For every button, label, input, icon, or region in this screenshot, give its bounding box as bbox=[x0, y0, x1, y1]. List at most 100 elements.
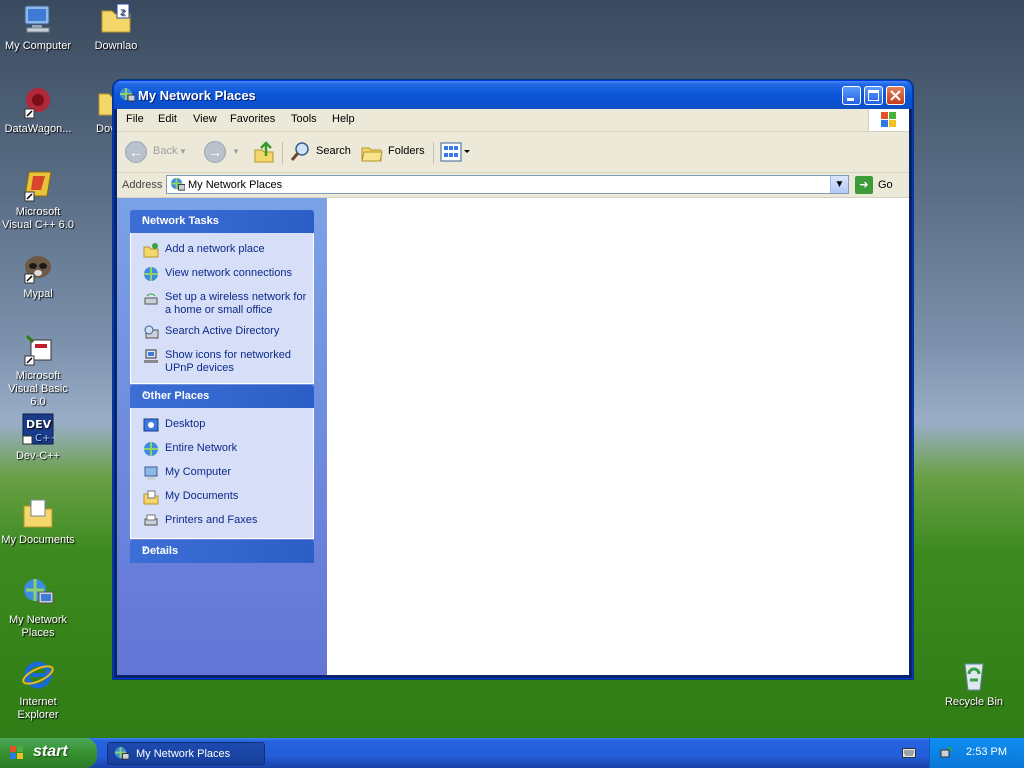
address-value: My Network Places bbox=[188, 179, 283, 191]
menu-tools[interactable]: Tools bbox=[291, 113, 317, 125]
toolbar-separator bbox=[433, 142, 434, 164]
desktop-icon-recycle-bin[interactable]: Recycle Bin bbox=[936, 658, 1012, 709]
details-panel: Details ˅ bbox=[130, 540, 314, 563]
folders-button[interactable]: Folders bbox=[361, 140, 427, 164]
back-arrow-icon: ← bbox=[125, 141, 147, 163]
forward-button[interactable]: → ▼ bbox=[204, 140, 240, 164]
menu-help[interactable]: Help bbox=[332, 113, 355, 125]
explorer-window[interactable]: My Network Places File Edit View Favorit… bbox=[113, 80, 913, 679]
task-add-network-place[interactable]: Add a network place bbox=[131, 241, 313, 261]
task-setup-wireless[interactable]: Set up a wireless network for a home or … bbox=[131, 289, 313, 319]
place-entire-network[interactable]: Entire Network bbox=[131, 440, 313, 460]
other-places-panel: Other Places ˄ Desktop Entire Network My… bbox=[130, 385, 314, 539]
back-button[interactable]: ← Back ▼ bbox=[125, 140, 187, 164]
place-label: Desktop bbox=[165, 418, 206, 430]
search-icon bbox=[290, 142, 309, 161]
details-header[interactable]: Details ˅ bbox=[130, 540, 314, 563]
task-label: Show icons for networked UPnP devices bbox=[165, 349, 291, 374]
place-desktop[interactable]: Desktop bbox=[131, 416, 313, 436]
go-label: Go bbox=[878, 179, 893, 191]
desktop-icon-downlao[interactable]: z Downlao bbox=[78, 2, 154, 53]
keyboard-icon[interactable] bbox=[902, 748, 916, 758]
desktop-icon-label: Dov bbox=[96, 123, 114, 135]
task-show-upnp-icons[interactable]: Show icons for networked UPnP devices bbox=[131, 347, 313, 377]
network-tasks-panel: Network Tasks ˄ Add a network place View… bbox=[130, 210, 314, 384]
desktop-icon-label: Microsoft Visual C++ 6.0 bbox=[2, 206, 74, 231]
up-folder-icon bbox=[254, 141, 274, 163]
task-pane: Network Tasks ˄ Add a network place View… bbox=[117, 198, 327, 675]
maximize-icon bbox=[868, 90, 879, 101]
desktop-icon-mypal[interactable]: Mypal bbox=[0, 250, 76, 301]
network-places-icon bbox=[170, 177, 186, 192]
place-my-documents[interactable]: My Documents bbox=[131, 488, 313, 508]
desktop-icon-dov[interactable]: Dov bbox=[78, 85, 114, 136]
desktop-icon-internet-explorer[interactable]: Internet Explorer bbox=[0, 658, 76, 722]
globe-icon bbox=[143, 441, 159, 457]
network-tasks-header[interactable]: Network Tasks ˄ bbox=[130, 210, 314, 233]
file-list-area[interactable] bbox=[327, 198, 909, 675]
desktop-icon-visual-cpp[interactable]: Microsoft Visual C++ 6.0 bbox=[0, 168, 76, 232]
taskbar: start My Network Places 2:53 PM bbox=[0, 738, 1024, 768]
address-dropdown-icon[interactable]: ▼ bbox=[830, 176, 848, 193]
task-label: View network connections bbox=[165, 267, 292, 279]
svg-text:DEV: DEV bbox=[26, 418, 52, 431]
chevron-down-icon: ▼ bbox=[179, 147, 187, 156]
network-places-icon bbox=[114, 746, 130, 761]
windows-flag-icon bbox=[881, 112, 896, 127]
collapse-chevron-icon[interactable]: ˄ bbox=[142, 214, 306, 224]
desktop-icon-datawagon[interactable]: DataWagon... bbox=[0, 85, 76, 136]
start-button[interactable]: start bbox=[0, 738, 97, 768]
desktop-icon-visual-basic[interactable]: Microsoft Visual Basic 6.0 bbox=[0, 332, 76, 409]
desktop-icon-my-computer[interactable]: My Computer bbox=[0, 2, 76, 53]
computer-icon bbox=[143, 465, 159, 481]
menu-favorites[interactable]: Favorites bbox=[230, 113, 275, 125]
place-my-computer[interactable]: My Computer bbox=[131, 464, 313, 484]
taskbar-item-my-network-places[interactable]: My Network Places bbox=[107, 742, 265, 765]
search-button[interactable]: Search bbox=[289, 140, 353, 164]
place-label: Entire Network bbox=[165, 442, 238, 454]
maximize-button[interactable] bbox=[864, 86, 883, 105]
folder-icon bbox=[96, 85, 114, 119]
place-label: Printers and Faxes bbox=[165, 514, 258, 526]
desktop-icon-label: Downlao bbox=[94, 40, 138, 52]
other-places-header[interactable]: Other Places ˄ bbox=[130, 385, 314, 408]
task-label: Set up a wireless network for a home or … bbox=[165, 291, 307, 316]
dev-cpp-icon: DEV C++ bbox=[21, 412, 59, 446]
network-tray-icon[interactable] bbox=[940, 745, 954, 759]
views-button[interactable] bbox=[439, 140, 473, 164]
up-folder-button[interactable] bbox=[253, 140, 275, 164]
views-icon bbox=[440, 142, 470, 162]
taskbar-item-label: My Network Places bbox=[136, 748, 231, 760]
place-label: My Computer bbox=[165, 466, 232, 478]
zip-folder-icon: z bbox=[99, 2, 133, 36]
task-search-active-directory[interactable]: Search Active Directory bbox=[131, 323, 313, 343]
menu-file[interactable]: File bbox=[126, 113, 144, 125]
svg-text:z: z bbox=[120, 7, 125, 18]
svg-text:C++: C++ bbox=[35, 433, 55, 444]
recycle-bin-icon bbox=[957, 658, 991, 692]
place-printers-and-faxes[interactable]: Printers and Faxes bbox=[131, 512, 313, 532]
minimize-button[interactable] bbox=[842, 86, 861, 105]
network-connections-icon bbox=[143, 266, 159, 282]
task-view-network-connections[interactable]: View network connections bbox=[131, 265, 313, 285]
expand-chevron-icon[interactable]: ˅ bbox=[142, 544, 306, 554]
collapse-chevron-icon[interactable]: ˄ bbox=[142, 389, 306, 399]
desktop-icon-my-network-places[interactable]: My Network Places bbox=[0, 576, 76, 640]
window-titlebar[interactable]: My Network Places bbox=[114, 81, 912, 109]
address-field[interactable]: My Network Places ▼ bbox=[166, 175, 849, 194]
desktop-icon-label: Mypal bbox=[23, 288, 53, 300]
menu-view[interactable]: View bbox=[193, 113, 217, 125]
desktop-icon-dev-cpp[interactable]: DEV C++ Dev-C++ bbox=[0, 412, 76, 463]
menu-edit[interactable]: Edit bbox=[158, 113, 177, 125]
windows-logo bbox=[868, 109, 909, 131]
desktop-icon-my-documents[interactable]: My Documents bbox=[0, 496, 76, 547]
close-button[interactable] bbox=[886, 86, 905, 105]
clock[interactable]: 2:53 PM bbox=[966, 746, 1007, 758]
address-bar: Address My Network Places ▼ ➜ Go bbox=[117, 173, 909, 198]
desktop-icon-label: Dev-C++ bbox=[15, 450, 61, 462]
desktop-icon-label: My Network Places bbox=[8, 614, 68, 639]
standard-toolbar: ← Back ▼ → ▼ Search Folders bbox=[117, 132, 909, 173]
task-label: Add a network place bbox=[165, 243, 265, 255]
datawagon-icon bbox=[21, 85, 55, 119]
window-frame: File Edit View Favorites Tools Help ← Ba… bbox=[117, 109, 909, 675]
